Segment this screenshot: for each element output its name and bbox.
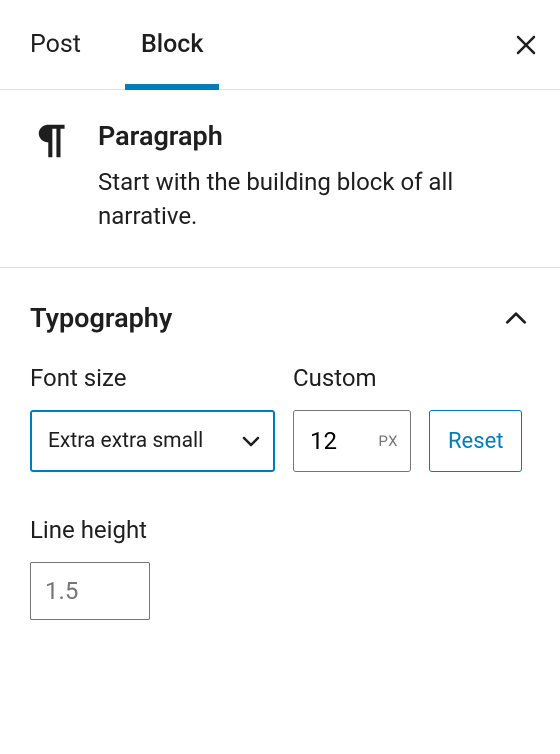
typography-title: Typography: [30, 302, 172, 334]
custom-size-input[interactable]: [310, 427, 358, 455]
block-description: Start with the building block of all nar…: [98, 166, 530, 233]
typography-section: Typography Font size Extra extra small C…: [0, 268, 560, 620]
chevron-down-icon: [239, 429, 263, 453]
custom-label: Custom: [293, 364, 411, 392]
custom-size-field[interactable]: PX: [293, 410, 411, 472]
paragraph-icon: [34, 122, 68, 164]
reset-button[interactable]: Reset: [429, 410, 522, 472]
chevron-up-icon: [502, 304, 530, 332]
custom-size-unit: PX: [378, 432, 398, 450]
font-size-value: Extra extra small: [48, 429, 203, 453]
line-height-label: Line height: [30, 516, 530, 544]
line-height-field[interactable]: [30, 562, 150, 620]
tab-post[interactable]: Post: [20, 0, 91, 89]
block-title: Paragraph: [98, 120, 530, 152]
block-info: Paragraph Start with the building block …: [0, 90, 560, 268]
font-size-select[interactable]: Extra extra small: [30, 410, 275, 472]
font-size-row: Font size Extra extra small Custom PX Re…: [30, 364, 530, 472]
close-button[interactable]: [512, 31, 540, 59]
tab-block[interactable]: Block: [131, 0, 213, 89]
typography-toggle[interactable]: Typography: [30, 292, 530, 364]
settings-tabs: Post Block: [0, 0, 560, 90]
close-icon: [514, 33, 538, 57]
font-size-label: Font size: [30, 364, 275, 392]
line-height-input[interactable]: [45, 577, 135, 605]
